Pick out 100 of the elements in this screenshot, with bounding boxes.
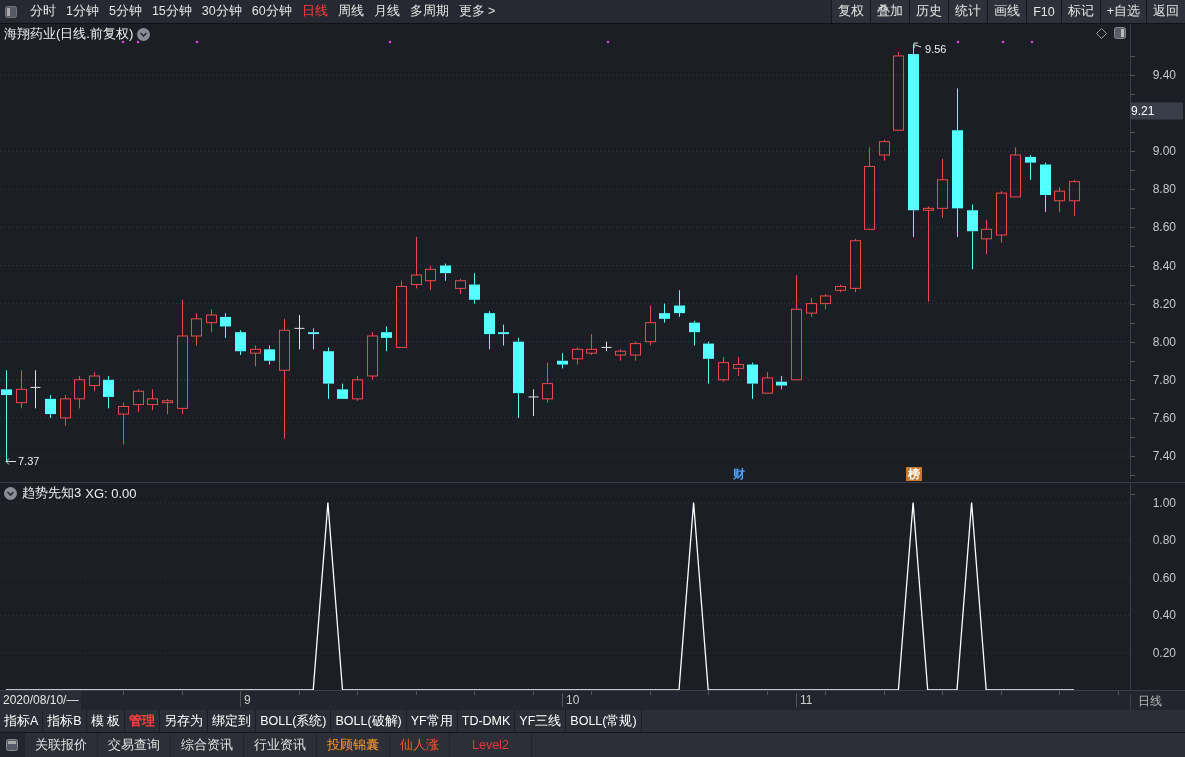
axis-label: 1.00 — [1152, 495, 1176, 510]
candlestick — [455, 278, 466, 295]
indicator-tab[interactable]: BOLL(破解) — [331, 710, 406, 732]
candlestick — [806, 297, 817, 318]
candlestick — [103, 375, 114, 409]
period-tab[interactable]: 1分钟 — [61, 3, 104, 20]
period-tab[interactable]: 15分钟 — [146, 3, 197, 20]
candlestick — [733, 356, 744, 377]
bottom-tab[interactable]: 投顾锦囊 — [317, 733, 389, 757]
indicator-tab[interactable]: 模 板 — [86, 710, 125, 732]
toolbar-button[interactable]: 复权 — [831, 0, 871, 23]
candlestick — [1069, 179, 1080, 217]
arrow-icon — [913, 42, 922, 49]
candlestick — [572, 346, 583, 366]
period-tab[interactable]: 更多 > — [453, 3, 501, 20]
period-tab[interactable]: 5分钟 — [103, 3, 147, 20]
toolbar-button[interactable]: 历史 — [909, 0, 949, 23]
toolbar-button[interactable]: 叠加 — [870, 0, 910, 23]
period-tab[interactable]: 分时 — [25, 3, 61, 20]
candlestick — [996, 190, 1007, 244]
candlestick — [615, 348, 626, 362]
candlestick — [1025, 154, 1036, 181]
axis-label: 7.60 — [1152, 410, 1176, 425]
candlestick — [16, 369, 27, 409]
toolbar-button[interactable]: F10 — [1026, 0, 1061, 23]
dropdown-icon[interactable] — [4, 486, 17, 500]
start-date-label: 2020/08/10/— — [0, 691, 82, 710]
candlestick — [484, 310, 495, 350]
bottom-tab[interactable]: 行业资讯 — [244, 733, 316, 757]
axis-label: 8.20 — [1152, 296, 1176, 311]
bottom-tab[interactable]: 关联报价 — [25, 733, 97, 757]
axis-label: 0.80 — [1152, 533, 1176, 547]
period-tab[interactable]: 多周期 — [404, 3, 454, 20]
event-badge[interactable]: 财 — [730, 467, 747, 481]
indicator-title: 趋势先知3 — [22, 484, 82, 502]
indicator-tab[interactable]: BOLL(常规) — [566, 710, 641, 732]
indicator-tab[interactable]: 指标B — [43, 710, 86, 732]
candlestick — [542, 362, 553, 404]
indicator-tab[interactable]: BOLL(系统) — [256, 710, 331, 732]
indicator-value: : 0.00 — [104, 485, 137, 501]
indicator-tab[interactable]: YF常用 — [406, 710, 457, 732]
low-price-label: 7.37 — [18, 455, 40, 467]
candlestick — [45, 394, 56, 419]
indicator-tab[interactable]: 管理 — [125, 710, 160, 732]
indicator-tab[interactable]: 另存为 — [160, 710, 208, 732]
candlestick — [1054, 186, 1065, 213]
candlestick — [60, 394, 71, 426]
toolbar-button[interactable]: +自选 — [1099, 0, 1146, 23]
toolbar-button[interactable]: 画线 — [987, 0, 1027, 23]
toolbar-button[interactable]: 标记 — [1060, 0, 1100, 23]
candlestick — [528, 388, 539, 417]
period-tab[interactable]: 周线 — [332, 3, 369, 20]
bottom-tab[interactable]: 仙人涨 — [390, 733, 449, 757]
axis-label: 0.60 — [1152, 570, 1176, 585]
candlestick — [118, 402, 129, 446]
panel-toggle-icon[interactable] — [1114, 27, 1126, 39]
toolbar-button[interactable]: 统计 — [948, 0, 988, 23]
toolbar-button[interactable]: 返回 — [1146, 0, 1185, 23]
axis-label: 7.80 — [1152, 372, 1176, 387]
candlestick — [586, 333, 597, 356]
diamond-icon[interactable] — [1096, 28, 1107, 39]
indicator-tab[interactable]: YF三线 — [515, 710, 566, 732]
arrow-icon — [5, 458, 17, 465]
candlestick — [425, 265, 436, 291]
candlestick — [601, 341, 612, 352]
axis-label: 8.00 — [1152, 334, 1176, 349]
candlestick — [674, 289, 685, 318]
indicator-tab[interactable]: 绑定到 — [208, 710, 256, 732]
candlestick — [367, 331, 378, 381]
indicator-tab[interactable]: TD-DMK — [457, 710, 515, 732]
chart-title: 海翔药业(日线.前复权) — [4, 25, 134, 43]
candlestick — [981, 219, 992, 255]
month-label: 11 — [796, 693, 813, 707]
period-tab[interactable]: 30分钟 — [196, 3, 247, 20]
axis-label: 8.80 — [1152, 182, 1176, 197]
candlestick — [337, 383, 348, 400]
candlestick — [937, 158, 948, 219]
candlestick — [762, 371, 773, 394]
candlestick — [162, 398, 173, 415]
candlestick — [879, 139, 890, 162]
candlestick — [133, 388, 144, 413]
bottom-tab[interactable]: 综合资讯 — [171, 733, 243, 757]
period-label: 日线 — [1138, 693, 1162, 710]
candlestick — [264, 345, 275, 366]
candlestick — [820, 293, 831, 310]
candlestick — [381, 325, 392, 352]
period-tab[interactable]: 日线 — [296, 3, 333, 20]
panel-toggle-icon[interactable] — [5, 5, 17, 18]
candlestick — [235, 329, 246, 356]
indicator-tab[interactable]: 指标A — [0, 710, 43, 732]
period-tab[interactable]: 60分钟 — [246, 3, 297, 20]
period-tab[interactable]: 月线 — [368, 3, 405, 20]
dropdown-icon[interactable] — [137, 27, 151, 41]
month-label: 10 — [562, 693, 580, 707]
axis-label: 8.40 — [1152, 258, 1176, 273]
candlestick — [294, 314, 305, 350]
candlestick — [352, 375, 363, 402]
candlestick — [1010, 146, 1021, 198]
bottom-tab[interactable]: 交易查询 — [98, 733, 170, 757]
panel-toggle-icon[interactable] — [6, 739, 18, 751]
